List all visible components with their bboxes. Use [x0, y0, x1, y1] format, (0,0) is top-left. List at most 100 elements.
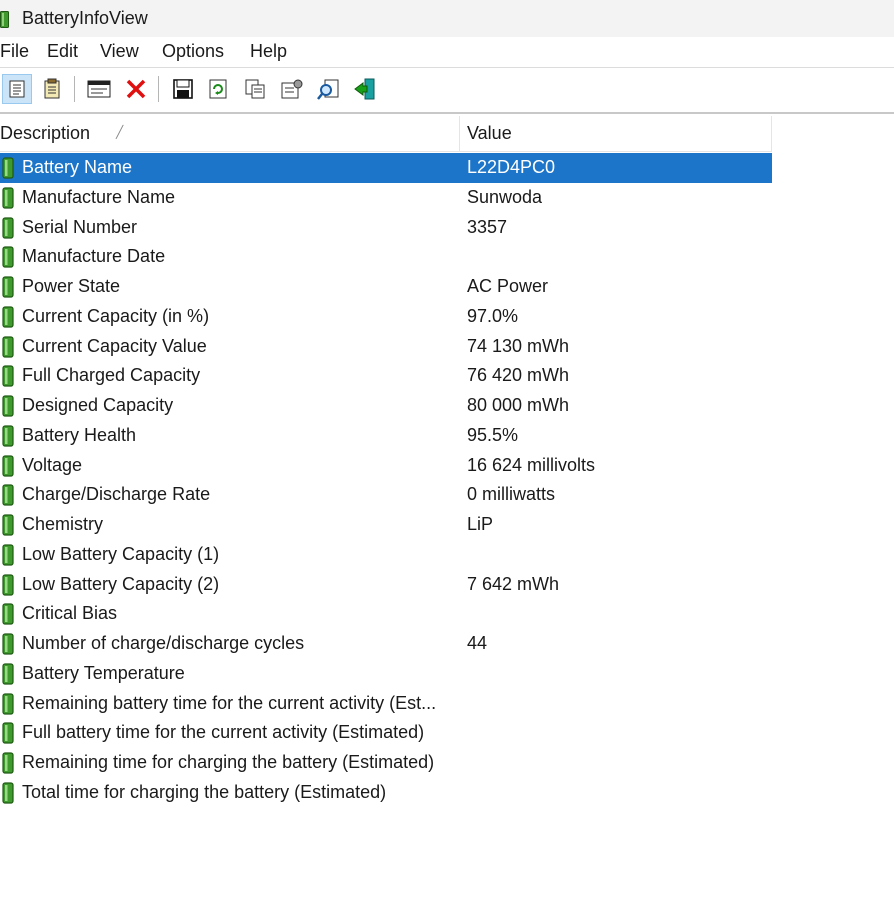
exit-icon [354, 78, 375, 100]
text-report-button[interactable] [37, 74, 67, 104]
list-item[interactable]: Low Battery Capacity (2) 7 642 mWh [0, 570, 772, 600]
list-item[interactable]: Current Capacity (in %) 97.0% [0, 302, 772, 332]
battery-icon [2, 454, 14, 477]
list-item[interactable]: Power State AC Power [0, 272, 772, 302]
row-description: Manufacture Date [22, 246, 166, 267]
menu-help[interactable]: Help [250, 41, 287, 62]
list-item[interactable]: Battery Name L22D4PC0 [0, 153, 772, 183]
list-item[interactable]: Remaining time for charging the battery … [0, 748, 772, 778]
row-description: Battery Health [22, 424, 137, 445]
find-button[interactable] [314, 74, 344, 104]
list-item[interactable]: Low Battery Capacity (1) [0, 540, 772, 570]
battery-icon [2, 306, 14, 328]
battery-app-icon [0, 11, 9, 28]
row-value: 97.0% [467, 305, 519, 326]
battery-icon [2, 335, 14, 358]
battery-icon [2, 425, 14, 447]
row-description: Low Battery Capacity (2) [22, 573, 220, 594]
list-item[interactable]: Battery Temperature [0, 659, 772, 689]
row-description: Voltage [22, 454, 83, 475]
row-description: Battery Name [22, 157, 133, 177]
row-description: Remaining battery time for the current a… [22, 692, 437, 713]
menu-view[interactable]: View [100, 41, 139, 62]
row-value: Sunwoda [467, 186, 543, 207]
row-value: 80 000 mWh [467, 395, 570, 415]
html-report-button[interactable] [2, 74, 32, 104]
battery-icon [2, 246, 14, 268]
battery-icon [2, 276, 14, 298]
list-item[interactable]: Manufacture Date [0, 242, 772, 272]
column-header-value[interactable]: Value [467, 123, 512, 144]
row-value: 16 624 millivolts [467, 454, 596, 475]
list-item[interactable]: Number of charge/discharge cycles 44 [0, 629, 772, 659]
row-value: 7 642 mWh [467, 573, 560, 594]
battery-icon [2, 603, 14, 625]
list-item[interactable]: Designed Capacity 80 000 mWh [0, 391, 772, 421]
row-description: Remaining time for charging the battery … [22, 752, 435, 772]
battery-icon [2, 692, 14, 715]
copy-button[interactable] [240, 74, 270, 104]
properties-button[interactable] [84, 74, 114, 104]
battery-icon [2, 752, 14, 774]
list-item[interactable]: Full battery time for the current activi… [0, 718, 772, 748]
row-description: Charge/Discharge Rate [22, 484, 211, 505]
row-description: Critical Bias [22, 603, 118, 624]
menu-options[interactable]: Options [162, 41, 224, 62]
toolbar [0, 68, 894, 114]
title-bar: BatteryInfoView [0, 0, 894, 37]
battery-icon [2, 663, 14, 685]
sort-ascending-icon: ╱ [116, 125, 124, 139]
delete-button[interactable] [121, 74, 151, 104]
column-header-description[interactable]: Description [0, 123, 90, 144]
row-description: Designed Capacity [22, 395, 174, 415]
row-value: 0 milliwatts [467, 484, 556, 505]
toolbar-separator [158, 76, 159, 102]
row-value: L22D4PC0 [467, 157, 556, 177]
row-description: Number of charge/discharge cycles [22, 633, 305, 653]
battery-icon [2, 157, 14, 179]
find-icon [317, 79, 339, 100]
row-value: AC Power [467, 276, 549, 296]
list-item[interactable]: Battery Health 95.5% [0, 421, 772, 451]
list-header: Description ╱ Value [0, 116, 772, 152]
options-icon [281, 79, 303, 99]
list-item[interactable]: Voltage 16 624 millivolts [0, 451, 772, 481]
column-resize-handle[interactable] [459, 116, 460, 151]
delete-icon [126, 79, 146, 99]
battery-icon [2, 484, 14, 506]
row-description: Low Battery Capacity (1) [22, 543, 220, 564]
battery-icon [2, 395, 14, 417]
list-item[interactable]: Current Capacity Value 74 130 mWh [0, 332, 772, 362]
battery-icon [2, 722, 14, 744]
menu-edit[interactable]: Edit [47, 41, 78, 62]
window-title: BatteryInfoView [22, 8, 148, 28]
copy-icon [245, 79, 265, 99]
refresh-icon [209, 79, 227, 99]
list-item[interactable]: Full Charged Capacity 76 420 mWh [0, 361, 772, 391]
row-description: Battery Temperature [22, 662, 185, 683]
list-item[interactable]: Total time for charging the battery (Est… [0, 778, 772, 808]
options-button[interactable] [277, 74, 307, 104]
menu-file[interactable]: File [0, 41, 29, 62]
list-item[interactable]: Charge/Discharge Rate 0 milliwatts [0, 480, 772, 510]
save-button[interactable] [168, 74, 198, 104]
battery-icon [2, 514, 14, 536]
row-description: Chemistry [22, 514, 104, 534]
battery-icon [2, 573, 14, 596]
list-item[interactable]: Manufacture Name Sunwoda [0, 183, 772, 213]
exit-button[interactable] [350, 74, 380, 104]
row-description: Full battery time for the current activi… [22, 722, 425, 743]
list-item[interactable]: Chemistry LiP [0, 510, 772, 540]
column-resize-handle[interactable] [771, 116, 772, 151]
row-value: 76 420 mWh [467, 365, 570, 386]
row-description: Power State [22, 276, 121, 296]
row-description: Serial Number [22, 216, 138, 237]
list-item[interactable]: Remaining battery time for the current a… [0, 689, 772, 719]
refresh-button[interactable] [203, 74, 233, 104]
battery-icon [2, 187, 14, 209]
list-item[interactable]: Serial Number 3357 [0, 213, 772, 243]
save-icon [173, 79, 193, 99]
list-item[interactable]: Critical Bias [0, 599, 772, 629]
row-value: 74 130 mWh [467, 335, 570, 356]
battery-icon [2, 633, 14, 655]
